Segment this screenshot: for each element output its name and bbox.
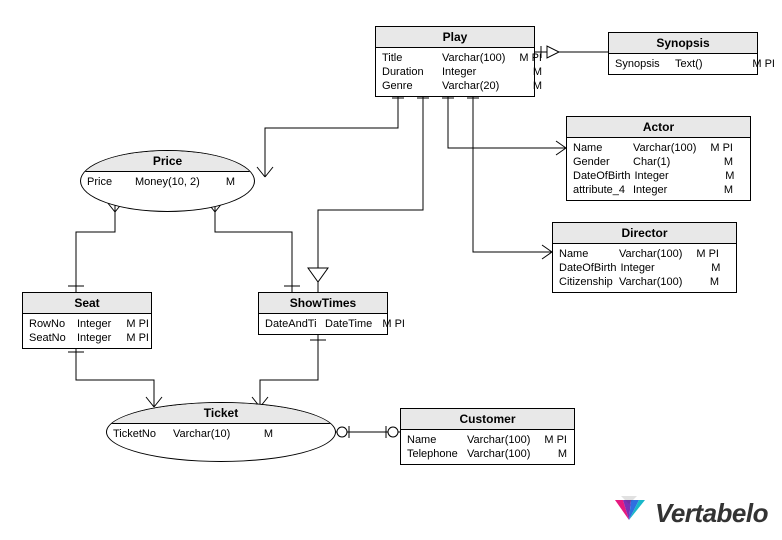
entity-price: Price PriceMoney(10, 2)M xyxy=(80,150,255,212)
entity-title: Actor xyxy=(567,117,750,138)
entity-title: ShowTimes xyxy=(259,293,387,314)
entity-customer: Customer NameVarchar(100)M PI TelephoneV… xyxy=(400,408,575,465)
entity-synopsis: Synopsis SynopsisText()M PI xyxy=(608,32,758,75)
vertabelo-logo-icon xyxy=(611,496,647,530)
entity-seat: Seat RowNoIntegerM PI SeatNoIntegerM PI xyxy=(22,292,152,349)
entity-actor: Actor NameVarchar(100)M PI GenderChar(1)… xyxy=(566,116,751,201)
entity-title: Ticket xyxy=(107,403,335,424)
entity-title: Director xyxy=(553,223,736,244)
entity-title: Customer xyxy=(401,409,574,430)
entity-title: Synopsis xyxy=(609,33,757,54)
entity-title: Price xyxy=(81,151,254,172)
entity-title: Play xyxy=(376,27,534,48)
entity-director: Director NameVarchar(100)M PI DateOfBirt… xyxy=(552,222,737,293)
entity-title: Seat xyxy=(23,293,151,314)
entity-play: Play TitleVarchar(100)M PI DurationInteg… xyxy=(375,26,535,97)
entity-showtimes: ShowTimes DateAndTiDateTimeM PI xyxy=(258,292,388,335)
vertabelo-logo: Vertabelo xyxy=(611,496,768,530)
entity-ticket: Ticket TicketNoVarchar(10)M xyxy=(106,402,336,462)
vertabelo-logo-text: Vertabelo xyxy=(655,498,768,529)
